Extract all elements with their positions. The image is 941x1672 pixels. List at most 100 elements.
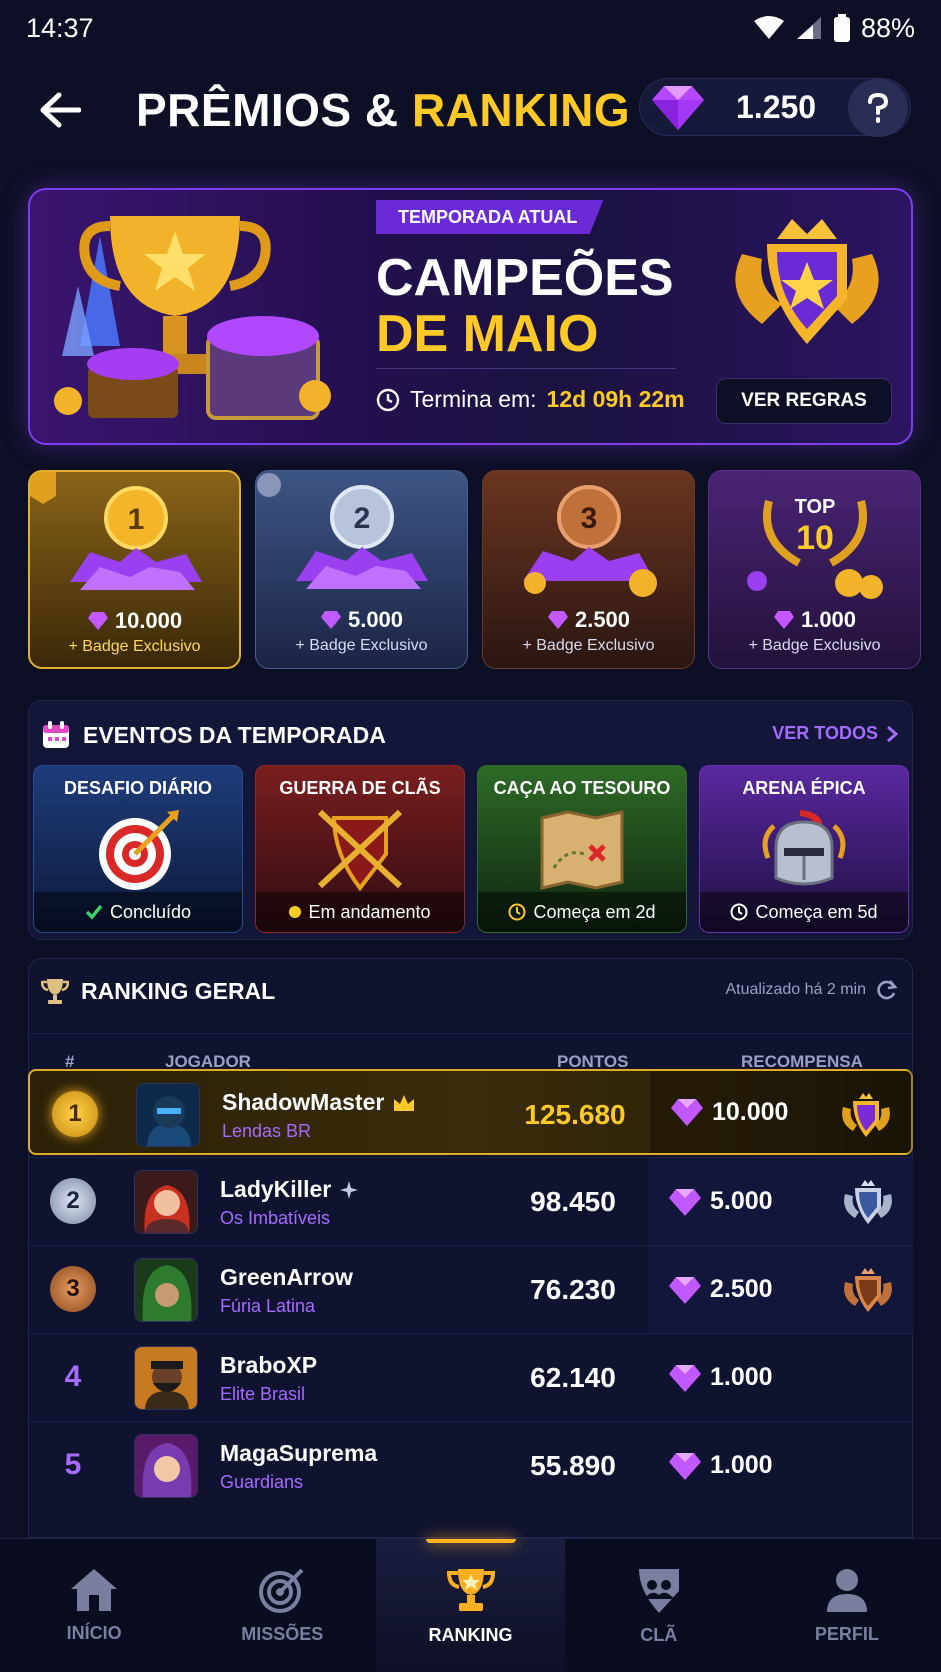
player-name: MagaSuprema [220,1440,378,1466]
player-points: 98.450 [530,1186,616,1217]
trophy-icon [446,1569,495,1611]
season-tag: TEMPORADA ATUAL [376,200,604,234]
ranking-updated[interactable]: Atualizado há 2 min [725,979,898,1001]
event-card-treasure-hunt[interactable]: CAÇA AO TESOURO Começa em 2d [477,765,687,933]
event-status: Concluído [34,892,242,932]
svg-text:1: 1 [128,503,145,536]
event-status: Começa em 5d [700,892,908,932]
tab-ranking[interactable]: RANKING [376,1539,565,1672]
clock-icon [508,903,526,921]
player-points: 62.140 [530,1362,616,1393]
trophy-treasure-illustration [54,216,331,420]
bottom-tab-bar: INÍCIO MISSÕES RANKING CLÃ PERFIL [0,1538,941,1672]
player-points: 125.680 [524,1099,626,1130]
dot-icon [289,906,302,918]
tab-perfil[interactable]: PERFIL [753,1539,941,1672]
player-name: ShadowMaster [222,1089,416,1116]
crown-icon [394,1094,415,1111]
avatar[interactable] [134,1346,198,1410]
signal-icon [796,17,821,39]
see-all-events-link[interactable]: VER TODOS [772,723,898,744]
svg-text:10: 10 [796,519,834,557]
sparkle-icon [340,1180,359,1199]
bronze-badge-icon [844,1268,892,1312]
back-button[interactable] [30,80,90,140]
prize-amount: 1.000 [709,607,920,633]
prize-card-3rd[interactable]: 3 2.500 + Badge Exclusivo [482,470,695,669]
clock-icon [730,903,748,921]
player-avatar-braboxp [135,1347,197,1409]
table-row[interactable]: 3 GreenArrow Fúria Latina 76.230 2.500 [28,1245,913,1333]
top10-laurel-icon: TOP 10 [747,496,883,599]
gem-icon [669,1452,701,1480]
player-clan: Lendas BR [222,1121,312,1141]
table-row[interactable]: 2 LadyKiller Os Imbatíveis 98.450 5.000 [28,1157,913,1245]
check-icon [85,904,103,920]
target-icon [259,1568,304,1613]
target-icon [99,810,179,890]
event-card-epic-arena[interactable]: ARENA ÉPICA Começa em 5d [699,765,909,933]
banner-divider [376,368,676,369]
view-rules-button[interactable]: VER REGRAS [716,378,892,424]
tab-missoes[interactable]: MISSÕES [188,1539,376,1672]
player-clan: Elite Brasil [220,1384,306,1404]
second-place-medal-icon: 2 [257,473,428,589]
avatar[interactable] [134,1170,198,1234]
player-clan: Fúria Latina [220,1296,316,1316]
status-time: 14:37 [26,12,94,43]
gem-icon [320,611,341,629]
event-card-daily-challenge[interactable]: DESAFIO DIÁRIO Concluído [33,765,243,933]
player-clan: Os Imbatíveis [220,1208,331,1228]
avatar[interactable] [134,1258,198,1322]
treasure-map-icon [540,810,624,890]
svg-text:3: 3 [581,502,598,535]
player-name: LadyKiller [220,1176,359,1203]
prize-amount: 5.000 [256,607,467,633]
player-name: GreenArrow [220,1264,353,1290]
prize-extra: + Badge Exclusivo [68,638,201,655]
calendar-icon [43,721,69,748]
event-card-clan-war[interactable]: GUERRA DE CLÃS Em andamento [255,765,465,933]
table-row[interactable]: 4 BraboXP Elite Brasil 62.140 1.000 [28,1333,913,1421]
chevron-right-icon [887,725,898,742]
table-row[interactable]: 5 MagaSuprema Guardians 55.890 1.000 [28,1421,913,1509]
events-header: EVENTOS DA TEMPORADA [41,715,386,755]
knight-helmet-icon [762,810,846,886]
first-place-medal-icon: 1 [30,472,202,590]
player-points: 76.230 [530,1274,616,1305]
svg-text:2: 2 [354,502,371,535]
status-bar: 14:37 88% [0,0,941,56]
player-avatar-ladykiller [135,1171,197,1233]
tab-inicio[interactable]: INÍCIO [0,1539,188,1672]
prize-extra: + Badge Exclusivo [295,637,428,654]
gem-icon [669,1364,701,1392]
help-button[interactable] [848,79,908,137]
event-status: Começa em 2d [478,892,686,932]
prize-card-1st[interactable]: 1 10.000 + Badge Exclusivo [28,470,241,669]
player-avatar-greenarrow [135,1259,197,1321]
prize-card-2nd[interactable]: 2 5.000 + Badge Exclusivo [255,470,468,669]
rank-medal-silver: 2 [50,1178,96,1224]
gem-icon [547,611,568,629]
gem-icon [671,1099,703,1126]
rank-number: 5 [64,1448,82,1481]
clock-icon [376,388,400,411]
prize-card-top10[interactable]: TOP 10 1.000 + Badge Exclusivo [708,470,921,669]
gem-icon [773,611,794,629]
gold-badge-icon [842,1093,890,1137]
ranking-header: RANKING GERAL [41,971,275,1011]
svg-text:TOP: TOP [795,496,836,518]
wifi-icon [753,16,784,39]
avatar[interactable] [136,1083,200,1147]
tab-cla[interactable]: CLÃ [565,1539,753,1672]
table-row[interactable]: 1 ShadowMaster Lendas BR 125.680 10.000 [28,1069,915,1155]
player-reward: 1.000 [648,1334,913,1421]
player-name: BraboXP [220,1352,318,1378]
refresh-icon[interactable] [876,979,898,1001]
header: PRÊMIOS & RANKING 1.250 [0,56,941,164]
gem-icon [87,612,108,630]
gem-balance-value: 1.250 [736,88,817,125]
gem-icon [669,1276,701,1304]
avatar[interactable] [134,1434,198,1498]
gem-balance[interactable]: 1.250 [639,78,911,137]
